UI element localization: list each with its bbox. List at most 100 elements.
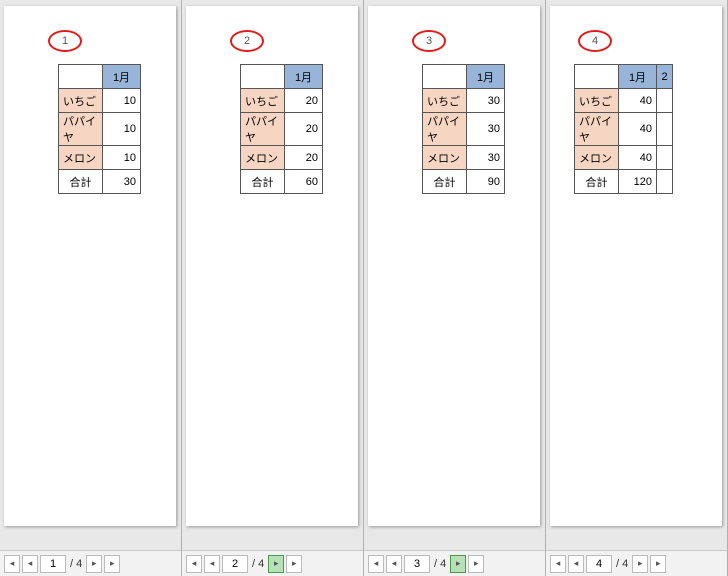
page-input[interactable] — [40, 555, 66, 573]
total-label: 合計 — [59, 170, 103, 194]
page: 4 1月 2 いちご40 パパイヤ40 メロン40 合計120 — [550, 6, 722, 526]
prev-icon: ◂ — [392, 558, 397, 569]
table-row: 1月 — [241, 65, 323, 89]
total-cell: 120 — [619, 170, 657, 194]
first-page-button[interactable]: ◂ — [550, 555, 566, 573]
page-input[interactable] — [586, 555, 612, 573]
value-cell — [657, 146, 673, 170]
table-row: メロン20 — [241, 146, 323, 170]
table-row: 合計 30 — [59, 170, 141, 194]
page-input[interactable] — [404, 555, 430, 573]
page: 1 1月 いちご 10 パパイヤ 10 メロン 10 — [4, 6, 176, 526]
row-label: いちご — [59, 89, 103, 113]
last-icon: ▸ — [474, 558, 479, 569]
month-header: 1月 — [103, 65, 141, 89]
preview-panel-4: 4 1月 2 いちご40 パパイヤ40 メロン40 合計120 ◂ ◂ / 4 … — [546, 0, 728, 576]
month-header: 1月 — [467, 65, 505, 89]
value-cell: 40 — [619, 89, 657, 113]
total-cell: 90 — [467, 170, 505, 194]
preview-area: 4 1月 2 いちご40 パパイヤ40 メロン40 合計120 — [546, 0, 727, 550]
table-row: いちご40 — [575, 89, 673, 113]
preview-area: 2 1月 いちご20 パパイヤ20 メロン20 合計60 — [182, 0, 363, 550]
last-icon: ▸ — [292, 558, 297, 569]
preview-panel-3: 3 1月 いちご30 パパイヤ30 メロン30 合計90 ◂ ◂ / 4 ▸ ▸ — [364, 0, 546, 576]
total-label: 合計 — [241, 170, 285, 194]
row-label: いちご — [575, 89, 619, 113]
table-row: パパイヤ40 — [575, 113, 673, 146]
next-icon: ▸ — [274, 558, 279, 569]
table-row: メロン 10 — [59, 146, 141, 170]
first-page-button[interactable]: ◂ — [186, 555, 202, 573]
page: 3 1月 いちご30 パパイヤ30 メロン30 合計90 — [368, 6, 540, 526]
table-row: パパイヤ 10 — [59, 113, 141, 146]
row-label: メロン — [241, 146, 285, 170]
row-label: いちご — [423, 89, 467, 113]
first-icon: ◂ — [556, 558, 561, 569]
page-navigation: ◂ ◂ / 4 ▸ ▸ — [182, 550, 363, 576]
corner-cell — [575, 65, 619, 89]
total-label: 合計 — [575, 170, 619, 194]
first-icon: ◂ — [374, 558, 379, 569]
last-page-button[interactable]: ▸ — [468, 555, 484, 573]
value-cell: 40 — [619, 113, 657, 146]
next-icon: ▸ — [92, 558, 97, 569]
row-label: パパイヤ — [241, 113, 285, 146]
first-page-button[interactable]: ◂ — [368, 555, 384, 573]
table-row: メロン40 — [575, 146, 673, 170]
prev-page-button[interactable]: ◂ — [22, 555, 38, 573]
prev-page-button[interactable]: ◂ — [568, 555, 584, 573]
last-icon: ▸ — [656, 558, 661, 569]
corner-cell — [241, 65, 285, 89]
last-icon: ▸ — [110, 558, 115, 569]
table-row: メロン30 — [423, 146, 505, 170]
page-total: / 4 — [434, 558, 446, 570]
next-page-button[interactable]: ▸ — [268, 555, 284, 573]
last-page-button[interactable]: ▸ — [286, 555, 302, 573]
table-row: いちご20 — [241, 89, 323, 113]
row-label: いちご — [241, 89, 285, 113]
value-cell: 30 — [467, 89, 505, 113]
page-total: / 4 — [252, 558, 264, 570]
row-label: パパイヤ — [575, 113, 619, 146]
prev-page-button[interactable]: ◂ — [204, 555, 220, 573]
row-label: パパイヤ — [423, 113, 467, 146]
value-cell: 10 — [103, 89, 141, 113]
month-header-2: 2 — [657, 65, 673, 89]
preview-area: 3 1月 いちご30 パパイヤ30 メロン30 合計90 — [364, 0, 545, 550]
page-navigation: ◂ ◂ / 4 ▸ ▸ — [546, 550, 727, 576]
first-page-button[interactable]: ◂ — [4, 555, 20, 573]
total-label: 合計 — [423, 170, 467, 194]
value-cell: 30 — [467, 146, 505, 170]
preview-panel-1: 1 1月 いちご 10 パパイヤ 10 メロン 10 — [0, 0, 182, 576]
page-number-circle: 1 — [48, 30, 82, 52]
page-input[interactable] — [222, 555, 248, 573]
page-number-circle: 2 — [230, 30, 264, 52]
table-row: 合計90 — [423, 170, 505, 194]
total-cell: 30 — [103, 170, 141, 194]
next-page-button[interactable]: ▸ — [86, 555, 102, 573]
prev-icon: ◂ — [210, 558, 215, 569]
corner-cell — [59, 65, 103, 89]
data-table: 1月 いちご30 パパイヤ30 メロン30 合計90 — [422, 64, 505, 194]
page: 2 1月 いちご20 パパイヤ20 メロン20 合計60 — [186, 6, 358, 526]
last-page-button[interactable]: ▸ — [650, 555, 666, 573]
prev-page-button[interactable]: ◂ — [386, 555, 402, 573]
row-label: パパイヤ — [59, 113, 103, 146]
first-icon: ◂ — [10, 558, 15, 569]
page-total: / 4 — [616, 558, 628, 570]
table-row: 1月 2 — [575, 65, 673, 89]
table-row: パパイヤ20 — [241, 113, 323, 146]
next-icon: ▸ — [456, 558, 461, 569]
prev-icon: ◂ — [28, 558, 33, 569]
table-row: パパイヤ30 — [423, 113, 505, 146]
last-page-button[interactable]: ▸ — [104, 555, 120, 573]
first-icon: ◂ — [192, 558, 197, 569]
page-navigation: ◂ ◂ / 4 ▸ ▸ — [364, 550, 545, 576]
value-cell: 30 — [467, 113, 505, 146]
page-navigation: ◂ ◂ / 4 ▸ ▸ — [0, 550, 181, 576]
next-page-button[interactable]: ▸ — [450, 555, 466, 573]
table-row: 1月 — [423, 65, 505, 89]
next-page-button[interactable]: ▸ — [632, 555, 648, 573]
page-number-circle: 3 — [412, 30, 446, 52]
total-cell: 60 — [285, 170, 323, 194]
